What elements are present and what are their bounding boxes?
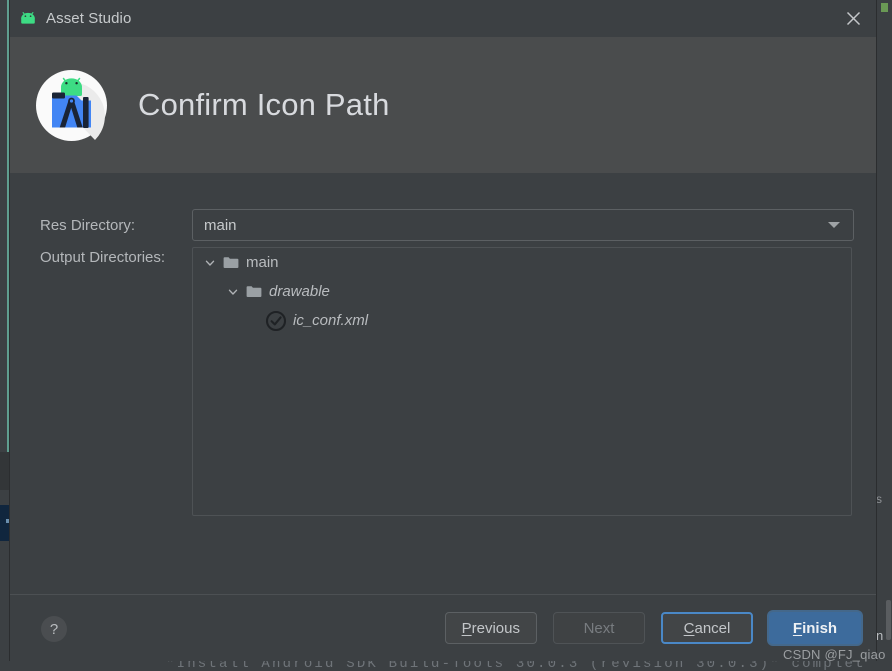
- dialog-footer: ? Previous Next Cancel Finish: [10, 594, 876, 661]
- chevron-down-icon: [828, 222, 840, 228]
- previous-button[interactable]: Previous: [444, 612, 537, 644]
- help-button[interactable]: ?: [41, 616, 67, 642]
- background-panel-upper: [0, 452, 10, 490]
- tree-node-ic-conf-xml[interactable]: ic_conf.xml: [193, 306, 851, 335]
- cancel-label: ancel: [694, 619, 731, 637]
- tree-node-drawable[interactable]: drawable: [193, 277, 851, 306]
- next-label: Next: [583, 619, 615, 637]
- screen: s n "Install Android SDK Build-Tools 30.…: [0, 0, 892, 671]
- chevron-down-icon[interactable]: [225, 284, 241, 300]
- background-right-text: s: [876, 492, 882, 506]
- close-button[interactable]: [830, 0, 876, 37]
- tree-node-label: ic_conf.xml: [293, 312, 369, 329]
- background-selected-row: [0, 505, 10, 541]
- dialog-button-row: Previous Next Cancel Finish: [444, 612, 861, 644]
- asset-studio-dialog: Asset Studio Confirm Icon Path Res Direc…: [10, 0, 876, 661]
- res-directory-label: Res Directory:: [40, 217, 136, 234]
- dialog-title: Asset Studio: [46, 10, 132, 27]
- res-directory-value: main: [204, 216, 237, 234]
- res-directory-combobox[interactable]: main: [192, 209, 854, 241]
- dialog-body: Res Directory: Output Directories: main: [10, 173, 876, 594]
- background-right-text-2: n: [876, 628, 884, 643]
- chevron-down-icon[interactable]: [202, 255, 218, 271]
- previous-label: revious: [471, 619, 520, 637]
- watermark: CSDN @FJ_qiao: [783, 647, 886, 662]
- background-panel-lower: [0, 541, 10, 593]
- output-directories-label: Output Directories:: [40, 249, 166, 266]
- folder-icon: [223, 256, 239, 269]
- cancel-accel: C: [683, 619, 695, 637]
- finish-label: inish: [802, 619, 838, 637]
- asset-studio-icon: [36, 69, 107, 141]
- background-right-strip: [876, 0, 892, 671]
- page-title: Confirm Icon Path: [138, 87, 390, 122]
- background-green-marker: [881, 3, 888, 12]
- previous-accel: P: [461, 619, 472, 637]
- finish-button[interactable]: Finish: [769, 612, 861, 644]
- output-directories-tree[interactable]: main drawable ic_conf.xml: [192, 247, 852, 516]
- folder-icon: [246, 285, 262, 298]
- android-robot-icon: [18, 9, 38, 29]
- tree-node-label: drawable: [269, 283, 330, 300]
- next-button: Next: [553, 612, 645, 644]
- close-icon: [846, 11, 861, 26]
- dialog-header: Confirm Icon Path: [10, 37, 876, 173]
- question-mark-icon: ?: [49, 620, 59, 638]
- check-circle-icon: [265, 310, 287, 332]
- dialog-titlebar: Asset Studio: [10, 0, 876, 37]
- cancel-button[interactable]: Cancel: [661, 612, 753, 644]
- background-editor-marker: [7, 0, 9, 452]
- finish-accel: F: [792, 619, 803, 637]
- tree-node-main[interactable]: main: [193, 248, 851, 277]
- tree-node-label: main: [246, 254, 279, 271]
